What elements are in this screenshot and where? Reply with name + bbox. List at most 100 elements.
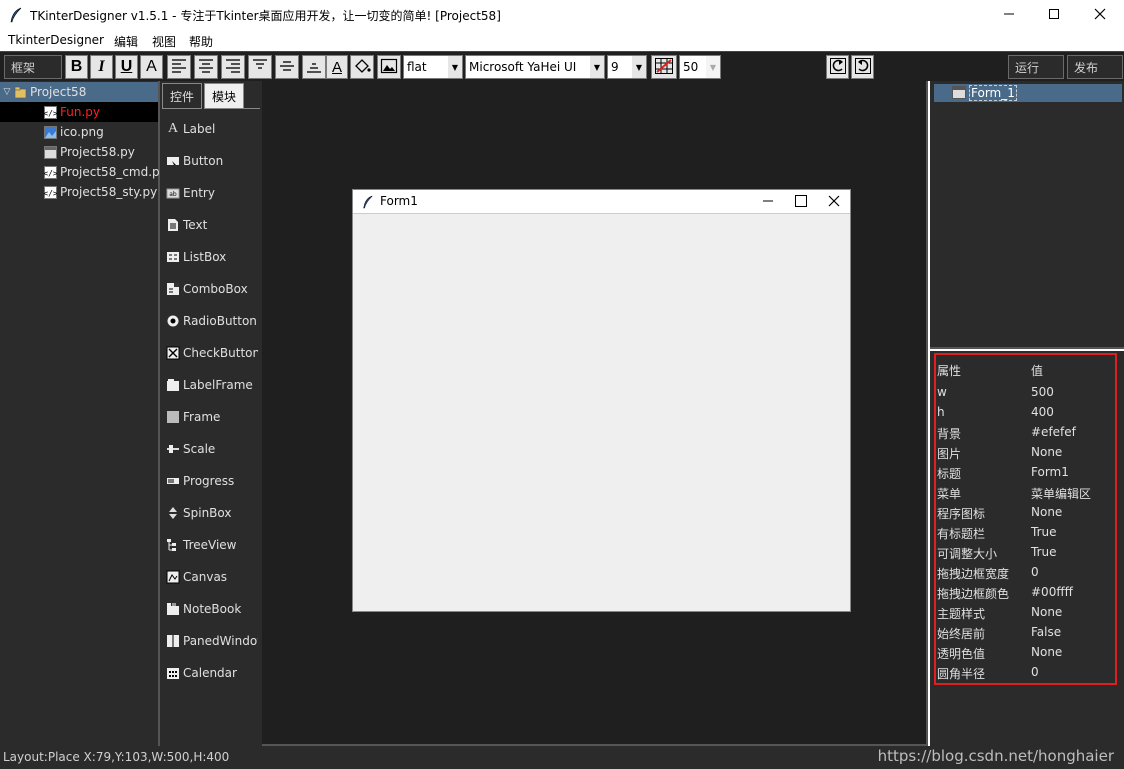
property-row[interactable]: 菜单 菜单编辑区 [937, 482, 1112, 502]
property-row[interactable]: 拖拽边框宽度 0 [937, 562, 1112, 582]
font-color-button[interactable]: A [140, 55, 163, 79]
form-window[interactable]: Form1 [352, 189, 851, 612]
text-color-icon: A [331, 58, 342, 76]
align-top-button[interactable] [248, 55, 272, 79]
text-color-button[interactable]: A [326, 55, 348, 79]
menu-view[interactable]: 视图 [152, 33, 176, 50]
palette-item-label[interactable]: A Label [166, 119, 258, 139]
object-tree-item-form[interactable]: Form_1 [934, 84, 1122, 102]
text-doc-icon [166, 218, 180, 232]
property-value[interactable]: #00ffff [1031, 585, 1073, 599]
property-row[interactable]: w 500 [937, 382, 1112, 402]
property-value[interactable]: 400 [1031, 405, 1054, 419]
property-row[interactable]: 背景 #efefef [937, 422, 1112, 442]
property-value[interactable]: None [1031, 605, 1062, 619]
align-left-button[interactable] [167, 55, 191, 79]
underline-button[interactable]: U [115, 55, 138, 79]
palette-item-frame[interactable]: Frame [166, 407, 258, 427]
property-value[interactable]: 500 [1031, 385, 1054, 399]
fill-color-button[interactable] [350, 55, 374, 79]
property-row[interactable]: 标题 Form1 [937, 462, 1112, 482]
publish-button[interactable]: 发布 [1067, 55, 1123, 79]
tree-item-ico-png[interactable]: ico.png [44, 122, 104, 142]
property-row[interactable]: 图片 None [937, 442, 1112, 462]
design-canvas[interactable]: Form1 [262, 81, 928, 746]
tree-item-project58-cmd-py[interactable]: </> Project58_cmd.py [43, 162, 166, 182]
palette-item-radiobutton[interactable]: RadioButton [166, 311, 258, 331]
property-value[interactable]: 0 [1031, 565, 1039, 579]
property-row[interactable]: h 400 [937, 402, 1112, 422]
property-row[interactable]: 有标题栏 True [937, 522, 1112, 542]
palette-item-listbox[interactable]: ListBox [166, 247, 258, 267]
tab-modules[interactable]: 模块 [204, 83, 244, 109]
menu-tkinterdesigner[interactable]: TkinterDesigner [8, 33, 104, 47]
palette-item-labelframe[interactable]: LabelFrame [166, 375, 258, 395]
property-value[interactable]: 0 [1031, 665, 1039, 679]
palette-item-checkbutton[interactable]: CheckButton [166, 343, 258, 363]
palette-item-canvas[interactable]: Canvas [166, 567, 258, 587]
maximize-button[interactable] [1031, 0, 1077, 31]
italic-button[interactable]: I [90, 55, 113, 79]
grid-size-select[interactable]: 50 ▼ [679, 55, 721, 79]
close-button[interactable] [1077, 0, 1123, 31]
form-minimize-button[interactable] [751, 190, 784, 214]
property-value[interactable]: True [1031, 545, 1057, 559]
menu-help[interactable]: 帮助 [189, 33, 213, 50]
property-row[interactable]: 主题样式 None [937, 602, 1112, 622]
property-key: 有标题栏 [937, 527, 986, 541]
redo-button[interactable] [851, 55, 874, 79]
palette-item-treeview[interactable]: TreeView [166, 535, 258, 555]
property-value[interactable]: None [1031, 505, 1062, 519]
palette-item-combobox[interactable]: ComboBox [166, 279, 258, 299]
form-titlebar[interactable]: Form1 [353, 190, 850, 214]
frame-selector[interactable]: 框架 [4, 55, 62, 79]
palette-item-panedwindow[interactable]: PanedWindow [166, 631, 258, 651]
palette-item-text[interactable]: Text [166, 215, 258, 235]
background-image-button[interactable] [377, 55, 401, 79]
undo-button[interactable] [826, 55, 849, 79]
property-value[interactable]: None [1031, 645, 1062, 659]
tree-root-project[interactable]: ▽ Project58 [0, 82, 158, 102]
property-row[interactable]: 透明色值 None [937, 642, 1112, 662]
palette-item-progress[interactable]: Progress [166, 471, 258, 491]
minimize-button[interactable] [986, 0, 1032, 31]
bold-button[interactable]: B [65, 55, 88, 79]
menu-edit[interactable]: 编辑 [114, 33, 138, 50]
palette-item-spinbox[interactable]: SpinBox [166, 503, 258, 523]
align-right-button[interactable] [221, 55, 245, 79]
palette-item-notebook[interactable]: NoteBook [166, 599, 258, 619]
property-value-header: 值 [1031, 364, 1044, 378]
palette-item-scale[interactable]: Scale [166, 439, 258, 459]
property-row[interactable]: 可调整大小 True [937, 542, 1112, 562]
property-value[interactable]: Form1 [1031, 465, 1069, 479]
form-close-button[interactable] [817, 190, 850, 214]
align-bottom-button[interactable] [302, 55, 326, 79]
tree-item-project58-py[interactable]: Project58.py [44, 142, 135, 162]
tree-item-fun-py[interactable]: </> Fun.py [0, 102, 158, 122]
relief-select[interactable]: flat ▼ [403, 55, 463, 79]
palette-item-entry[interactable]: ab Entry [166, 183, 258, 203]
property-row[interactable]: 拖拽边框颜色 #00ffff [937, 582, 1112, 602]
property-value[interactable]: False [1031, 625, 1061, 639]
form-maximize-button[interactable] [784, 190, 817, 214]
property-row[interactable]: 程序图标 None [937, 502, 1112, 522]
tree-item-project58-sty-py[interactable]: </> Project58_sty.py [43, 182, 157, 202]
property-value[interactable]: True [1031, 525, 1057, 539]
property-row[interactable]: 始终居前 False [937, 622, 1112, 642]
palette-item-calendar[interactable]: Calendar [166, 663, 258, 683]
window-titlebar[interactable]: TKinterDesigner v1.5.1 - 专注于Tkinter桌面应用开… [0, 0, 1124, 31]
palette-item-button[interactable]: Button [166, 151, 258, 171]
font-select[interactable]: Microsoft YaHei UI ▼ [465, 55, 605, 79]
align-middle-button[interactable] [275, 55, 299, 79]
property-value[interactable]: 菜单编辑区 [1031, 485, 1091, 502]
property-value[interactable]: None [1031, 445, 1062, 459]
align-center-button[interactable] [194, 55, 218, 79]
run-button[interactable]: 运行 [1008, 55, 1064, 79]
chevron-down-icon: ▼ [632, 56, 646, 78]
property-value[interactable]: #efefef [1031, 425, 1076, 439]
tab-controls[interactable]: 控件 [162, 83, 202, 109]
font-size-select[interactable]: 9 ▼ [607, 55, 647, 79]
property-row[interactable]: 圆角半径 0 [937, 662, 1112, 682]
palette-item-text: Label [183, 122, 216, 136]
grid-toggle-button[interactable] [651, 55, 677, 79]
